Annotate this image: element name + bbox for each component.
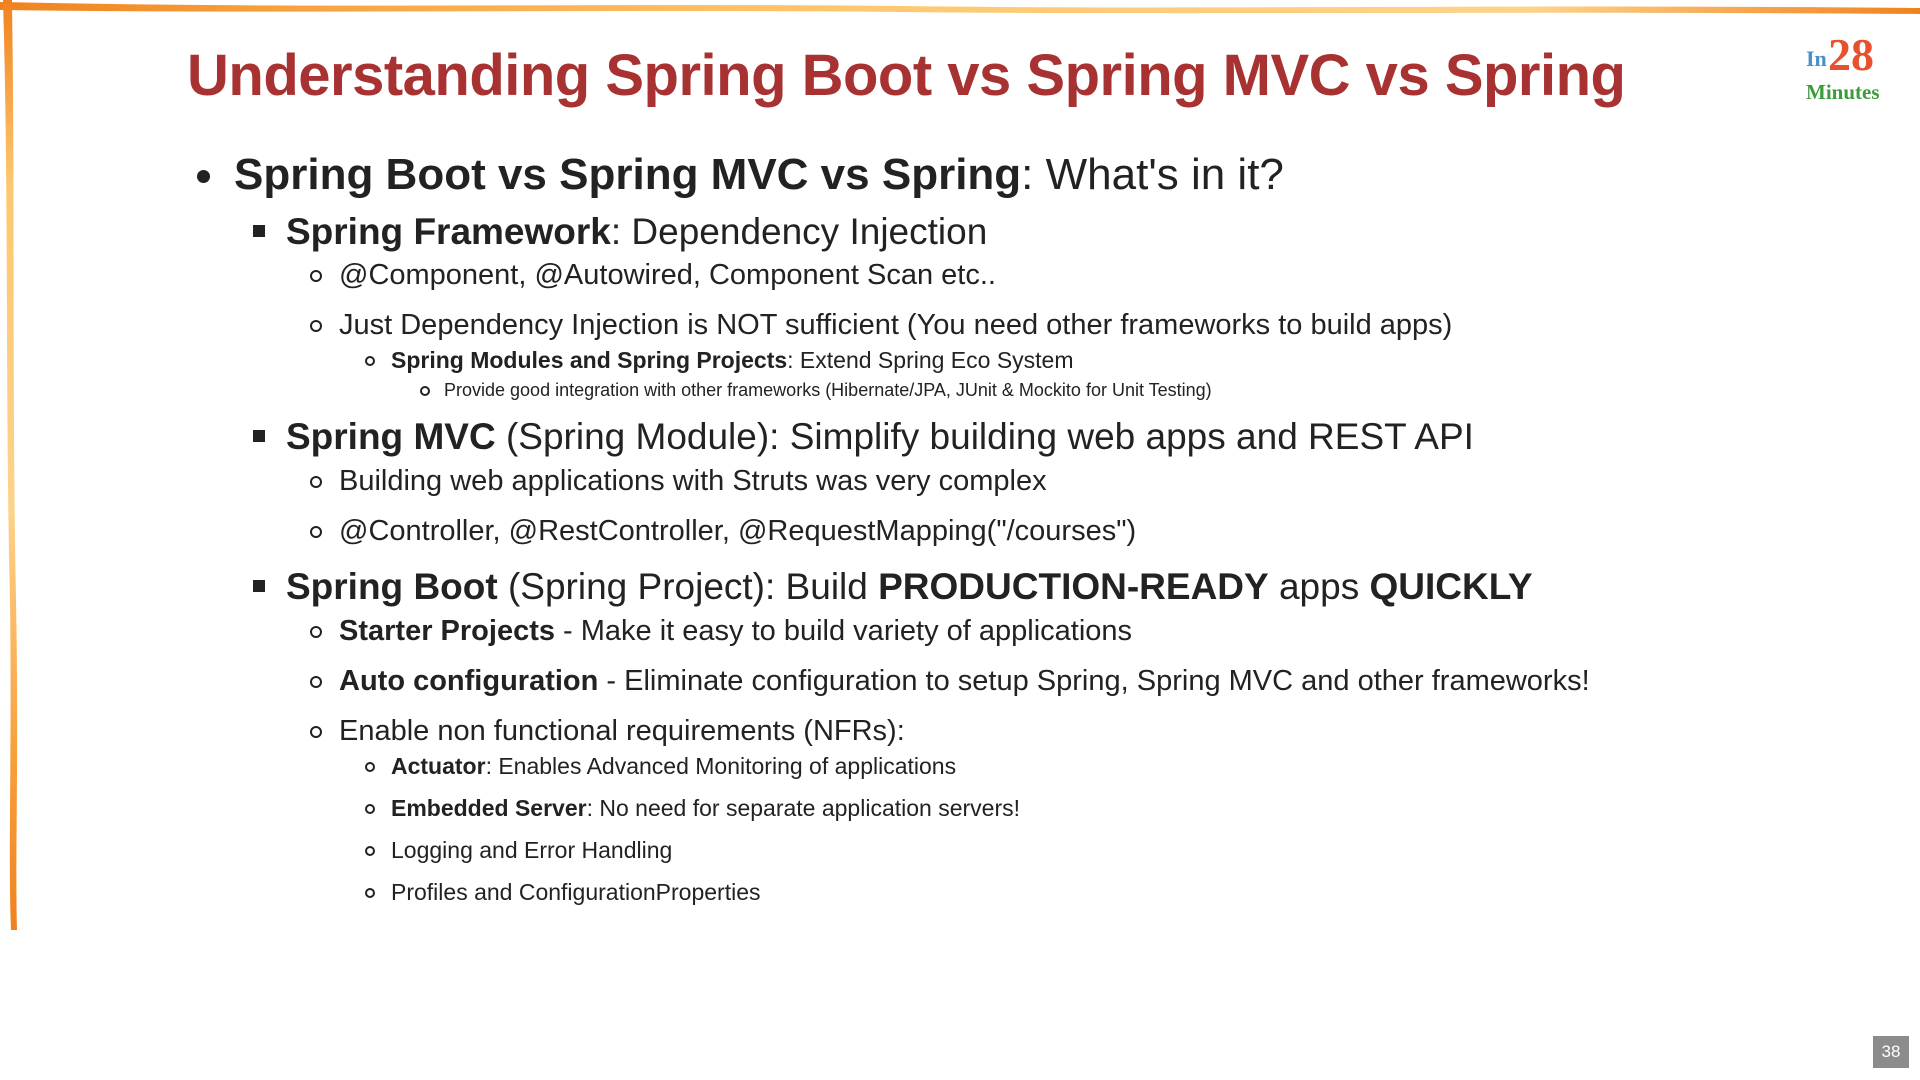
actuator-text: : Enables Advanced Monitoring of applica…: [485, 753, 957, 779]
embedded-text: : No need for separate application serve…: [586, 795, 1020, 821]
main-bullet-text: : What's in it?: [1021, 150, 1284, 199]
boot-text: (Spring Project): Build: [497, 566, 879, 607]
bullet-circle-small: [420, 386, 430, 396]
nfr-logging: Logging and Error Handling: [391, 837, 673, 863]
framework-text: : Dependency Injection: [610, 211, 988, 252]
mvc-item: @Controller, @RestController, @RequestMa…: [339, 515, 1137, 547]
bullet-circle: [310, 270, 322, 282]
framework-bold: Spring Framework: [286, 211, 611, 252]
autoconfig-text: - Eliminate configuration to setup Sprin…: [598, 665, 1590, 697]
nfr-embedded-server: Embedded Server: No need for separate ap…: [391, 797, 1020, 820]
boot-production-ready: PRODUCTION-READY: [878, 566, 1269, 607]
slide: Understanding Spring Boot vs Spring MVC …: [0, 0, 1920, 1080]
nfr-actuator: Actuator: Enables Advanced Monitoring of…: [391, 755, 956, 778]
slide-content: Spring Boot vs Spring MVC vs Spring: Wha…: [0, 0, 1920, 1080]
mvc-item: Building web applications with Struts wa…: [339, 465, 1047, 497]
autoconfig-item: Auto configuration - Eliminate configura…: [339, 667, 1590, 696]
starter-item: Starter Projects - Make it easy to build…: [339, 617, 1132, 646]
bullet-circle-small: [365, 762, 375, 772]
mvc-text: (Spring Module): Simplify building web a…: [495, 416, 1474, 457]
bullet-circle: [310, 526, 322, 538]
boot-bold: Spring Boot: [286, 566, 498, 607]
bullet-circle-small: [365, 846, 375, 856]
bullet-circle: [310, 476, 322, 488]
starter-text: - Make it easy to build variety of appli…: [555, 615, 1133, 647]
framework-item: Just Dependency Injection is NOT suffici…: [339, 309, 1453, 341]
bullet-circle: [310, 676, 322, 688]
embedded-bold: Embedded Server: [391, 795, 587, 821]
main-bullet: Spring Boot vs Spring MVC vs Spring: Wha…: [234, 153, 1284, 197]
nfr-profiles: Profiles and ConfigurationProperties: [391, 879, 761, 905]
bullet-disc: [197, 170, 210, 183]
boot-text-apps: apps: [1268, 566, 1370, 607]
modules-text: : Extend Spring Eco System: [787, 347, 1074, 373]
bullet-circle: [310, 320, 322, 332]
bullet-circle-small: [365, 356, 375, 366]
boot-bullet: Spring Boot (Spring Project): Build PROD…: [286, 568, 1533, 605]
modules-sub-item: Provide good integration with other fram…: [444, 380, 1212, 400]
bullet-square: [253, 580, 265, 592]
autoconfig-bold: Auto configuration: [339, 665, 599, 697]
framework-item: @Component, @Autowired, Component Scan e…: [339, 259, 996, 291]
bullet-circle-small: [365, 804, 375, 814]
modules-bold: Spring Modules and Spring Projects: [391, 347, 788, 373]
actuator-bold: Actuator: [391, 753, 486, 779]
boot-quickly: QUICKLY: [1369, 566, 1533, 607]
page-number: 38: [1873, 1036, 1909, 1068]
bullet-circle: [310, 726, 322, 738]
mvc-bold: Spring MVC: [286, 416, 496, 457]
bullet-square: [253, 225, 265, 237]
framework-bullet: Spring Framework: Dependency Injection: [286, 213, 987, 250]
bullet-circle-small: [365, 888, 375, 898]
mvc-bullet: Spring MVC (Spring Module): Simplify bui…: [286, 418, 1474, 455]
nfr-item: Enable non functional requirements (NFRs…: [339, 715, 905, 747]
starter-bold: Starter Projects: [339, 615, 555, 647]
main-bullet-bold: Spring Boot vs Spring MVC vs Spring: [234, 150, 1022, 199]
bullet-circle: [310, 626, 322, 638]
modules-bullet: Spring Modules and Spring Projects: Exte…: [391, 349, 1074, 372]
bullet-square: [253, 430, 265, 442]
